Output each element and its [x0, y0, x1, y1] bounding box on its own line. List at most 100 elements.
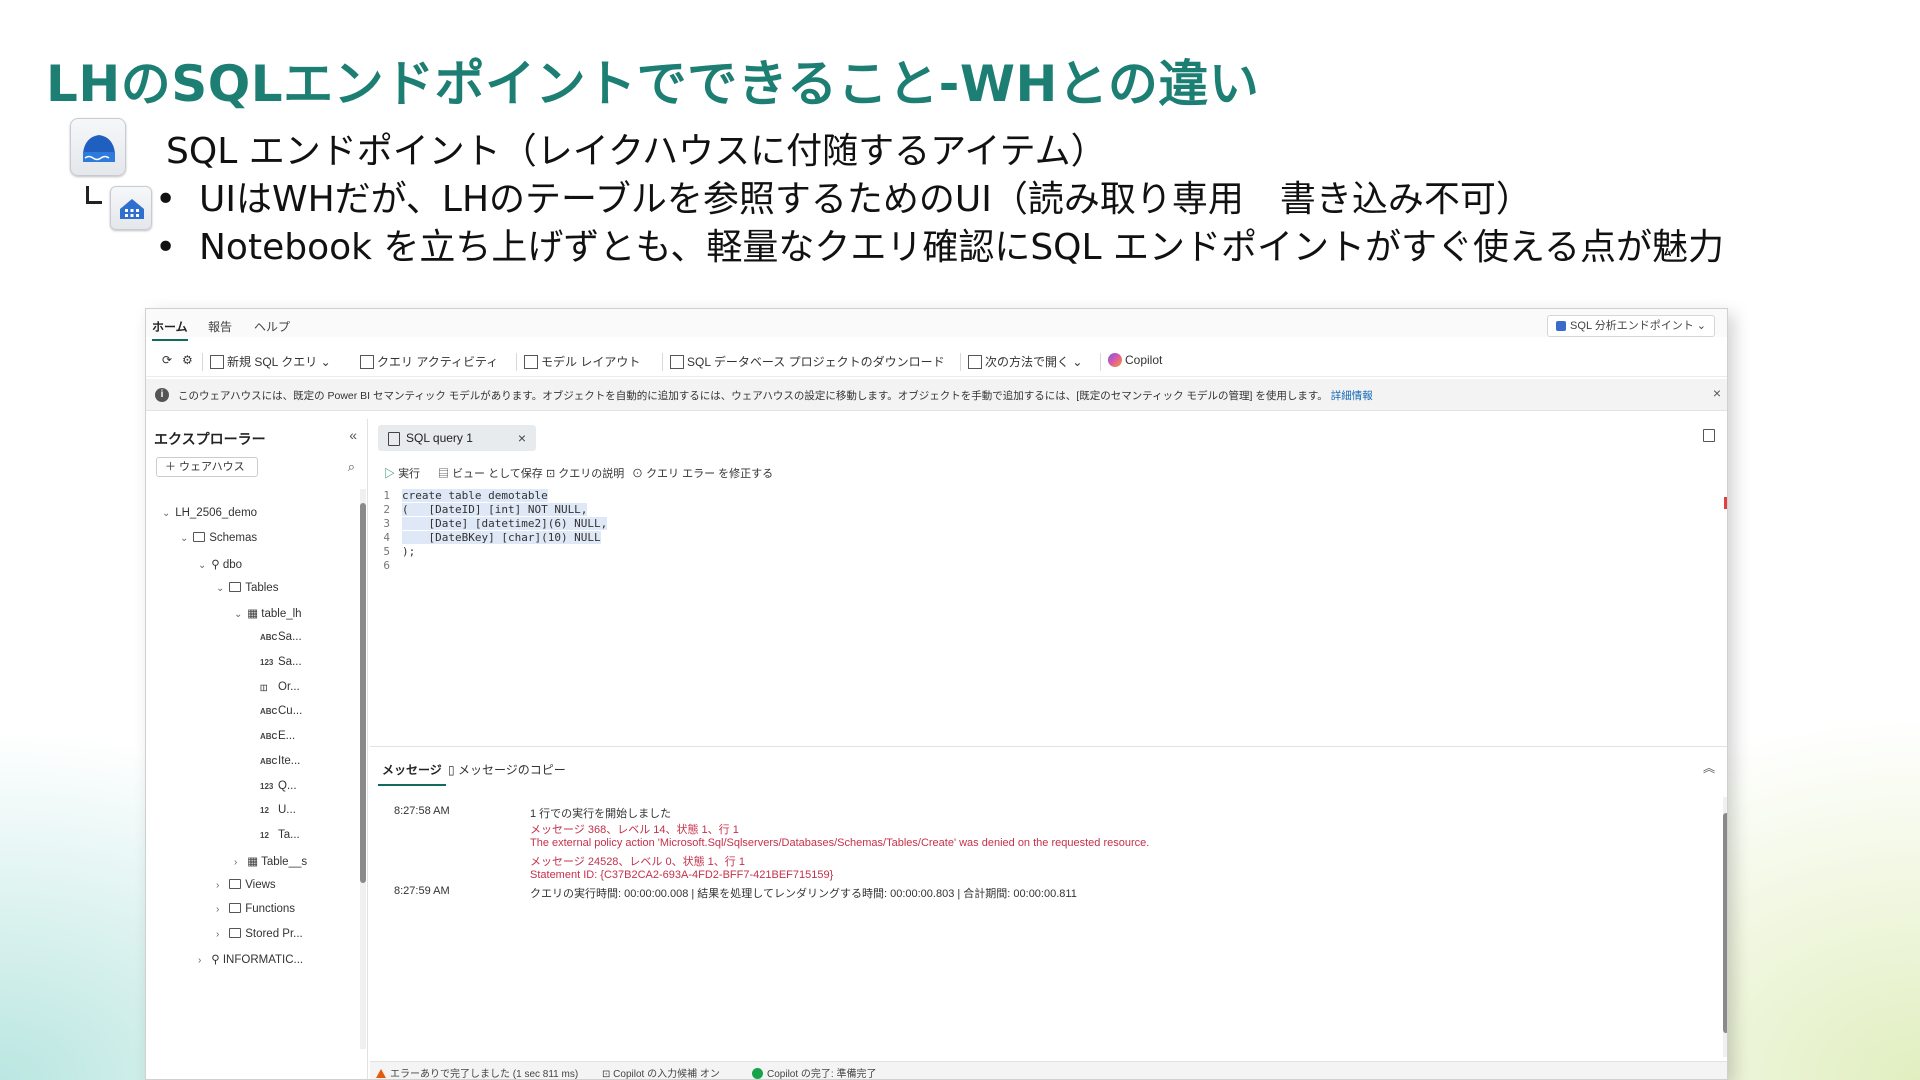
code-editor[interactable]: 1 2 3 4 5 6 create table demotable ( [Da… — [370, 489, 1727, 747]
tree-schemas[interactable]: ⌄ Schemas — [180, 532, 257, 544]
status-bar: エラーありで完了しました (1 sec 811 ms) ⊡ Copilot の入… — [370, 1061, 1727, 1080]
tree-dbo[interactable]: ⌄ ⚲ dbo — [198, 557, 242, 571]
open-with-button[interactable]: 次の方法で開く ⌄ — [968, 353, 1082, 370]
status-error: エラーありで完了しました (1 sec 811 ms) — [376, 1065, 578, 1079]
info-message: このウェアハウスには、既定の Power BI セマンティック モデルがあります… — [178, 388, 1373, 403]
lakehouse-icon — [70, 118, 126, 176]
copy-messages-button[interactable]: ▯ メッセージのコピー — [448, 761, 566, 778]
folder-icon — [193, 532, 206, 542]
close-icon[interactable]: × — [1713, 385, 1721, 401]
line-number: 4 — [383, 531, 390, 544]
collapse-panel-icon[interactable]: ︽ — [1703, 759, 1715, 776]
refresh-icon[interactable]: ⟳ — [162, 353, 172, 367]
tree-functions-label: Functions — [245, 903, 296, 915]
column-item[interactable]: ◫ Or... — [260, 681, 300, 693]
tree-root[interactable]: ⌄ LH_2506_demo — [162, 507, 257, 519]
save-as-view-button[interactable]: ▤ ビュー として保存 — [438, 465, 543, 481]
column-item[interactable]: ABCCu... — [260, 705, 302, 717]
message-text: メッセージ 368、レベル 14、状態 1、行 1 — [530, 824, 739, 836]
column-label: E... — [278, 730, 296, 742]
explain-query-label: クエリの説明 — [558, 468, 625, 480]
warehouse-icon — [110, 186, 152, 230]
column-item[interactable]: 123 Q... — [260, 780, 297, 792]
open-with-label: 次の方法で開く — [985, 355, 1070, 369]
clipboard-icon: ▯ — [448, 763, 455, 777]
code-line: [DateBKey] [char](10) NULL — [402, 531, 601, 544]
explorer-scroll-thumb[interactable] — [360, 503, 366, 883]
folder-icon — [229, 582, 242, 592]
sql-endpoint-heading: SQL エンドポイント（レイクハウスに付随するアイテム） — [166, 131, 1107, 172]
model-layout-button[interactable]: モデル レイアウト — [524, 353, 640, 370]
settings-icon[interactable]: ⚙ — [182, 353, 193, 367]
bullet-1: • UIはWHだが、LHのテーブルを参照するためのUI（読み取り専用 書き込み不可… — [155, 179, 1532, 220]
column-type-icon: ABC — [260, 707, 278, 716]
query-activity-button[interactable]: クエリ アクティビティ — [360, 353, 498, 370]
tree-tables-label: Tables — [245, 582, 279, 594]
run-button[interactable]: ▷ 実行 — [384, 465, 420, 481]
column-item[interactable]: ABCE... — [260, 730, 295, 742]
tree-tables[interactable]: ⌄ Tables — [216, 582, 278, 594]
explain-icon: ⊡ — [546, 468, 556, 480]
schema-icon: ⚲ — [211, 954, 220, 966]
tree-table-2[interactable]: › ▦ Table__s — [234, 854, 307, 868]
endpoint-selector[interactable]: SQL 分析エンドポイント ⌄ — [1547, 315, 1715, 337]
learn-more-link[interactable]: 詳細情報 — [1331, 390, 1373, 402]
column-item[interactable]: 12 U... — [260, 804, 296, 816]
new-query-button[interactable]: 新規 SQL クエリ ⌄ — [210, 353, 331, 370]
info-banner: i このウェアハウスには、既定の Power BI セマンティック モデルがあり… — [146, 379, 1727, 411]
tree-table-lh[interactable]: ⌄ ▦ table_lh — [234, 606, 302, 620]
status-copilot-input[interactable]: ⊡ Copilot の入力候補 オン — [602, 1065, 720, 1080]
warning-icon — [376, 1069, 386, 1078]
tree-stored-procedures[interactable]: › Stored Pr... — [216, 928, 303, 940]
code-line: ); — [402, 545, 416, 558]
tree-information-label: INFORMATIC... — [222, 954, 304, 966]
explorer-pane: エクスプローラー « ＋ ウェアハウス ⌕ ⌄ LH_2506_demo ⌄ S… — [146, 419, 368, 1079]
copilot-button[interactable]: Copilot — [1108, 353, 1162, 367]
open-external-icon — [968, 355, 982, 369]
messages-scroll-thumb[interactable] — [1723, 813, 1727, 1033]
message-text: クエリの実行時間: 00:00:00.008 | 結果を処理してレンダリングする… — [530, 888, 1077, 900]
column-type-icon: 123 — [260, 658, 274, 667]
query-tab[interactable]: SQL query 1 × — [378, 425, 536, 451]
fix-query-errors-button[interactable]: ⊙ クエリ エラー を修正する — [632, 465, 773, 481]
tree-functions[interactable]: › Functions — [216, 903, 295, 915]
messages-scrollbar[interactable] — [1723, 797, 1727, 1057]
tab-messages[interactable]: メッセージ — [378, 761, 446, 786]
column-item[interactable]: 12 Ta... — [260, 829, 300, 841]
tab-home[interactable]: ホーム — [152, 318, 188, 341]
column-type-icon: ◫ — [260, 683, 268, 692]
column-type-icon: 12 — [260, 831, 269, 840]
tree-schemas-label: Schemas — [209, 532, 258, 544]
tree-views[interactable]: › Views — [216, 879, 276, 891]
status-copilot-state-text: Copilot の完了: 準備完了 — [767, 1069, 877, 1080]
explorer-scrollbar[interactable] — [360, 489, 366, 1049]
tab-report[interactable]: 報告 — [208, 318, 232, 335]
schema-icon: ⚲ — [211, 559, 220, 571]
table-icon: ▦ — [247, 856, 259, 868]
download-project-button[interactable]: SQL データベース プロジェクトのダウンロード — [670, 353, 945, 370]
tree-stored-label: Stored Pr... — [245, 928, 303, 940]
code-line: create table demotable — [402, 489, 548, 502]
add-warehouse-button[interactable]: ＋ ウェアハウス — [156, 457, 258, 477]
tree-information-schema[interactable]: › ⚲ INFORMATIC... — [198, 952, 303, 966]
code-line: ( [DateID] [int] NOT NULL, — [402, 503, 588, 516]
column-item[interactable]: ABCSa... — [260, 631, 302, 643]
tree-root-label: LH_2506_demo — [175, 507, 258, 519]
copilot-input-icon: ⊡ — [602, 1069, 611, 1080]
tab-help[interactable]: ヘルプ — [254, 318, 290, 335]
column-type-icon: ABC — [260, 633, 278, 642]
column-item[interactable]: ABCIte... — [260, 755, 300, 767]
column-item[interactable]: 123 Sa... — [260, 656, 302, 668]
slide-title: LHのSQLエンドポイントでできること-WHとの違い — [46, 55, 1260, 113]
column-label: U... — [278, 804, 296, 816]
explain-query-button[interactable]: ⊡ クエリの説明 — [546, 465, 624, 481]
collapse-icon[interactable]: « — [349, 427, 357, 443]
close-tab-icon[interactable]: × — [518, 425, 526, 451]
search-icon[interactable]: ⌕ — [348, 459, 355, 475]
folder-icon — [229, 879, 242, 889]
copy-icon[interactable] — [1703, 429, 1715, 442]
error-marker — [1724, 497, 1727, 509]
line-number: 1 — [383, 489, 390, 502]
column-label: Ta... — [278, 829, 300, 841]
tree-table-lh-label: table_lh — [261, 608, 302, 620]
